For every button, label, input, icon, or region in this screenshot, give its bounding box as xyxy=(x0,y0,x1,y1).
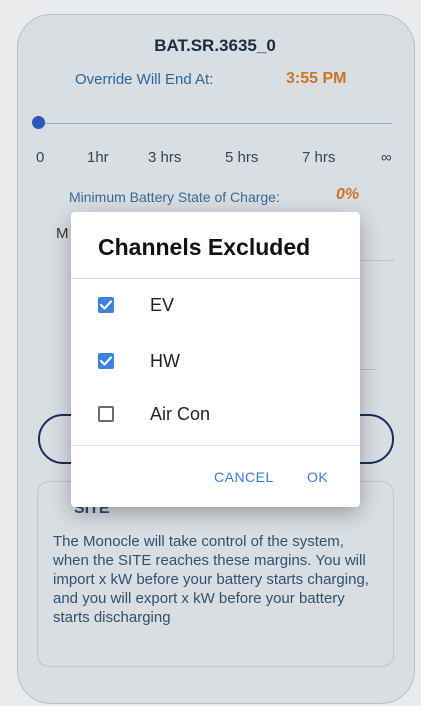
ok-button[interactable]: OK xyxy=(307,469,328,485)
option-label-ev: EV xyxy=(150,295,175,315)
option-ev[interactable]: EV xyxy=(71,277,360,333)
checkbox-unchecked-icon[interactable] xyxy=(98,406,114,422)
checkbox-checked-icon[interactable] xyxy=(98,353,114,369)
dialog-divider-bottom xyxy=(71,445,360,446)
checkbox-checked-icon[interactable] xyxy=(98,297,114,313)
option-hw[interactable]: HW xyxy=(71,333,360,389)
channels-excluded-dialog: Channels Excluded EV HW Air Con CANCEL O… xyxy=(71,212,360,507)
option-label-hw: HW xyxy=(150,351,180,371)
option-label-air-con: Air Con xyxy=(150,404,211,424)
cancel-button[interactable]: CANCEL xyxy=(214,469,274,485)
option-air-con[interactable]: Air Con xyxy=(71,386,360,442)
dialog-title: Channels Excluded xyxy=(98,234,311,260)
